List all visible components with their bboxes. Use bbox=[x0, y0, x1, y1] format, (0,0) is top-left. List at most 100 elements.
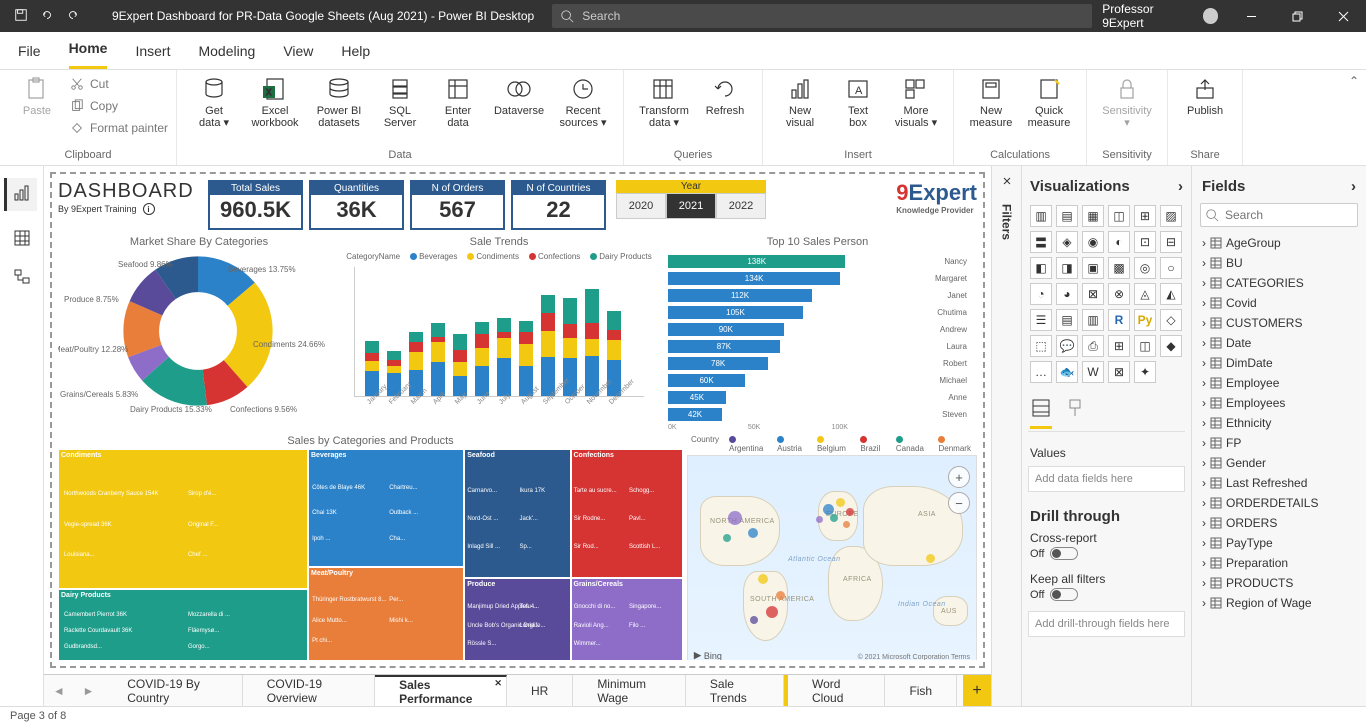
info-icon[interactable]: i bbox=[143, 203, 155, 215]
viz-type-icon[interactable]: ▤ bbox=[1056, 205, 1078, 227]
collapse-fields-icon[interactable]: › bbox=[1351, 178, 1356, 195]
viz-type-icon[interactable]: 〓 bbox=[1030, 231, 1052, 253]
viz-type-icon[interactable]: … bbox=[1030, 361, 1052, 383]
viz-type-icon[interactable]: Py bbox=[1134, 309, 1156, 331]
viz-type-icon[interactable]: R bbox=[1108, 309, 1130, 331]
publish-button[interactable]: Publish bbox=[1176, 74, 1234, 146]
field-table[interactable]: ›ORDERS bbox=[1200, 513, 1358, 533]
viz-type-icon[interactable]: ▤ bbox=[1056, 309, 1078, 331]
viz-type-icon[interactable]: ⬚ bbox=[1030, 335, 1052, 357]
model-view-icon[interactable] bbox=[13, 268, 31, 289]
fields-tab-icon[interactable] bbox=[1030, 397, 1052, 429]
treemap-chart[interactable]: CondimentsNorthwoods Cranberry Sauce 154… bbox=[58, 449, 683, 660]
page-tab[interactable]: Sales Performance✕ bbox=[375, 675, 507, 706]
field-table[interactable]: ›Date bbox=[1200, 333, 1358, 353]
more-visuals-button[interactable]: Morevisuals ▾ bbox=[887, 74, 945, 146]
keep-filters-toggle[interactable]: Off bbox=[1028, 586, 1185, 609]
field-table[interactable]: ›Covid bbox=[1200, 293, 1358, 313]
viz-type-icon[interactable]: ⎙ bbox=[1082, 335, 1104, 357]
viz-type-icon[interactable]: W bbox=[1082, 361, 1104, 383]
transform-data-button[interactable]: Transformdata ▾ bbox=[632, 74, 696, 146]
tab-file[interactable]: File bbox=[18, 35, 41, 69]
viz-type-icon[interactable]: ◕ bbox=[1056, 283, 1078, 305]
kpi-card[interactable]: N of Countries22 bbox=[511, 180, 606, 230]
market-share-donut[interactable] bbox=[123, 256, 273, 406]
viz-type-icon[interactable]: ⊗ bbox=[1108, 283, 1130, 305]
viz-type-icon[interactable]: ◎ bbox=[1134, 257, 1156, 279]
recent-sources-button[interactable]: Recentsources ▾ bbox=[551, 74, 615, 146]
viz-type-icon[interactable]: 🐟 bbox=[1056, 361, 1078, 383]
year-option[interactable]: 2020 bbox=[616, 193, 666, 219]
format-tab-icon[interactable] bbox=[1064, 397, 1086, 429]
sale-trends-chart[interactable]: 100K 50K bbox=[354, 267, 644, 397]
report-view-icon[interactable] bbox=[4, 178, 37, 211]
tab-insert[interactable]: Insert bbox=[135, 35, 170, 69]
refresh-button[interactable]: Refresh bbox=[696, 74, 754, 146]
pbi-datasets-button[interactable]: Power BIdatasets bbox=[307, 74, 371, 146]
tab-home[interactable]: Home bbox=[69, 32, 108, 69]
close-button[interactable] bbox=[1320, 0, 1366, 32]
add-page-button[interactable]: + bbox=[963, 675, 991, 706]
field-table[interactable]: ›Employee bbox=[1200, 373, 1358, 393]
page-tab[interactable]: COVID-19 By Country bbox=[103, 675, 243, 706]
text-box-button[interactable]: ATextbox bbox=[829, 74, 887, 146]
kpi-card[interactable]: Total Sales960.5K bbox=[208, 180, 303, 230]
dataverse-button[interactable]: Dataverse bbox=[487, 74, 551, 146]
viz-type-icon[interactable]: ⊞ bbox=[1134, 205, 1156, 227]
field-table[interactable]: ›Ethnicity bbox=[1200, 413, 1358, 433]
new-measure-button[interactable]: Newmeasure bbox=[962, 74, 1020, 146]
viz-type-icon[interactable]: ▥ bbox=[1082, 309, 1104, 331]
year-option[interactable]: 2022 bbox=[716, 193, 766, 219]
field-table[interactable]: ›Gender bbox=[1200, 453, 1358, 473]
restore-button[interactable] bbox=[1274, 0, 1320, 32]
page-tab[interactable]: HR bbox=[507, 675, 573, 706]
viz-type-icon[interactable]: ◔ bbox=[1030, 283, 1052, 305]
data-view-icon[interactable] bbox=[13, 229, 31, 250]
viz-type-icon[interactable]: ▣ bbox=[1082, 257, 1104, 279]
field-table[interactable]: ›ORDERDETAILS bbox=[1200, 493, 1358, 513]
viz-type-icon[interactable]: ⊠ bbox=[1082, 283, 1104, 305]
tab-view[interactable]: View bbox=[283, 35, 313, 69]
page-tab[interactable]: Word Cloud bbox=[784, 675, 885, 706]
field-table[interactable]: ›AgeGroup bbox=[1200, 233, 1358, 253]
collapse-viz-icon[interactable]: › bbox=[1178, 178, 1183, 195]
kpi-card[interactable]: Quantities36K bbox=[309, 180, 404, 230]
viz-type-icon[interactable]: 💬 bbox=[1056, 335, 1078, 357]
kpi-card[interactable]: N of Orders567 bbox=[410, 180, 505, 230]
global-search[interactable]: Search bbox=[552, 4, 1092, 28]
viz-type-icon[interactable]: ◨ bbox=[1056, 257, 1078, 279]
top-sales-chart[interactable]: 138KNancy134KMargaret112KJanet105KChutim… bbox=[658, 250, 977, 429]
page-tab[interactable]: COVID-19 Overview bbox=[243, 675, 375, 706]
viz-type-icon[interactable]: ✦ bbox=[1134, 361, 1156, 383]
excel-button[interactable]: XExcelworkbook bbox=[243, 74, 307, 146]
viz-type-icon[interactable]: ○ bbox=[1160, 257, 1182, 279]
user-account[interactable]: Professor 9Expert bbox=[1092, 2, 1228, 30]
tab-modeling[interactable]: Modeling bbox=[198, 35, 255, 69]
map-zoom-out[interactable]: − bbox=[948, 492, 970, 514]
field-table[interactable]: ›Employees bbox=[1200, 393, 1358, 413]
viz-type-icon[interactable]: ◆ bbox=[1160, 335, 1182, 357]
viz-type-icon[interactable]: ⊞ bbox=[1108, 335, 1130, 357]
quick-measure-button[interactable]: Quickmeasure bbox=[1020, 74, 1078, 146]
viz-type-icon[interactable]: ◧ bbox=[1030, 257, 1052, 279]
viz-type-icon[interactable]: ◫ bbox=[1134, 335, 1156, 357]
viz-type-icon[interactable]: ⊠ bbox=[1108, 361, 1130, 383]
viz-type-icon[interactable]: ▨ bbox=[1160, 205, 1182, 227]
viz-type-icon[interactable]: ⊡ bbox=[1134, 231, 1156, 253]
viz-type-icon[interactable]: ☰ bbox=[1030, 309, 1052, 331]
viz-type-icon[interactable]: ▦ bbox=[1082, 205, 1104, 227]
field-table[interactable]: ›PRODUCTS bbox=[1200, 573, 1358, 593]
new-visual-button[interactable]: Newvisual bbox=[771, 74, 829, 146]
page-tab[interactable]: Fish bbox=[885, 675, 957, 706]
field-table[interactable]: ›CATEGORIES bbox=[1200, 273, 1358, 293]
redo-icon[interactable] bbox=[66, 8, 80, 25]
fields-search-input[interactable] bbox=[1200, 203, 1358, 227]
viz-type-icon[interactable]: ◬ bbox=[1134, 283, 1156, 305]
field-table[interactable]: ›FP bbox=[1200, 433, 1358, 453]
cross-report-toggle[interactable]: Off bbox=[1028, 545, 1185, 568]
enter-data-button[interactable]: Enterdata bbox=[429, 74, 487, 146]
field-table[interactable]: ›DimDate bbox=[1200, 353, 1358, 373]
undo-icon[interactable] bbox=[40, 8, 54, 25]
field-table[interactable]: ›Preparation bbox=[1200, 553, 1358, 573]
viz-type-icon[interactable]: ◐ bbox=[1108, 231, 1130, 253]
